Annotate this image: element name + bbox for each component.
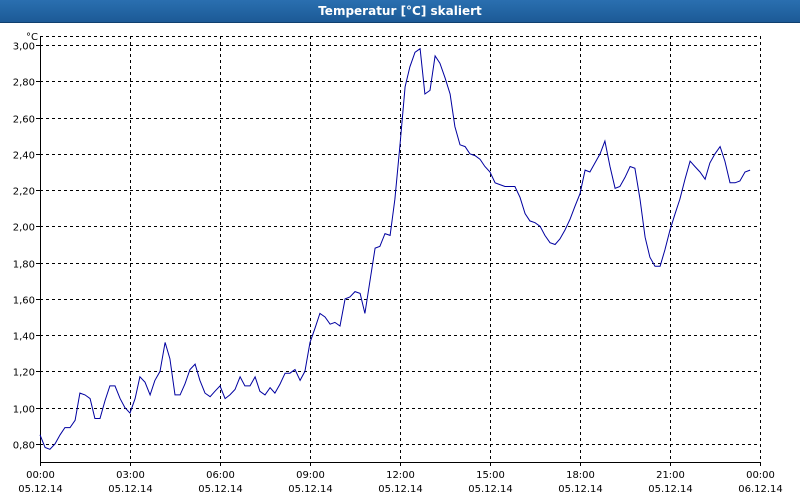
x-tick-time-label: 18:00 xyxy=(566,470,595,481)
temperature-line-chart: 0,80 1,00 1,20 1,40 1,60 1,80 2,00 2,20 2,40 2,60… xyxy=(13,32,783,495)
chart-title: Temperatur [°C] skaliert xyxy=(0,0,800,23)
y-tick-label: 0,80 xyxy=(13,441,35,452)
chart-area: 0,80 1,00 1,20 1,40 1,60 1,80 2,00 2,20 2,40 2,60… xyxy=(0,23,800,500)
x-tick-date-label: 05.12.14 xyxy=(378,484,423,495)
x-tick-date-label: 05.12.14 xyxy=(18,484,63,495)
x-tick-date-label: 05.12.14 xyxy=(288,484,333,495)
x-tick-date-label: 05.12.14 xyxy=(198,484,243,495)
y-tick-label: 2,60 xyxy=(13,115,35,126)
x-tick-time-label: 03:00 xyxy=(116,470,145,481)
y-tick-label: 1,40 xyxy=(13,332,35,343)
x-tick-time-label: 00:00 xyxy=(746,470,775,481)
x-tick-time-label: 12:00 xyxy=(386,470,415,481)
x-tick-date-label: 05.12.14 xyxy=(648,484,693,495)
x-tick-date-label: 05.12.14 xyxy=(468,484,513,495)
x-tick-time-label: 06:00 xyxy=(206,470,235,481)
y-tick-label: 2,40 xyxy=(13,151,35,162)
x-tick-time-label: 15:00 xyxy=(476,470,505,481)
x-tick-date-label: 06.12.14 xyxy=(738,484,783,495)
y-tick-label: 2,00 xyxy=(13,223,35,234)
y-unit-label: °C xyxy=(26,32,38,43)
x-tick-time-label: 21:00 xyxy=(656,470,685,481)
y-tick-label: 1,20 xyxy=(13,368,35,379)
y-tick-label: 3,00 xyxy=(13,42,35,53)
y-tick-label: 1,60 xyxy=(13,296,35,307)
y-tick-label: 2,20 xyxy=(13,187,35,198)
x-tick-date-label: 05.12.14 xyxy=(108,484,153,495)
x-tick-time-label: 00:00 xyxy=(26,470,55,481)
x-tick-date-label: 05.12.14 xyxy=(558,484,603,495)
y-tick-label: 1,00 xyxy=(13,405,35,416)
y-tick-label: 2,80 xyxy=(13,78,35,89)
y-tick-label: 1,80 xyxy=(13,260,35,271)
x-tick-time-label: 09:00 xyxy=(296,470,325,481)
